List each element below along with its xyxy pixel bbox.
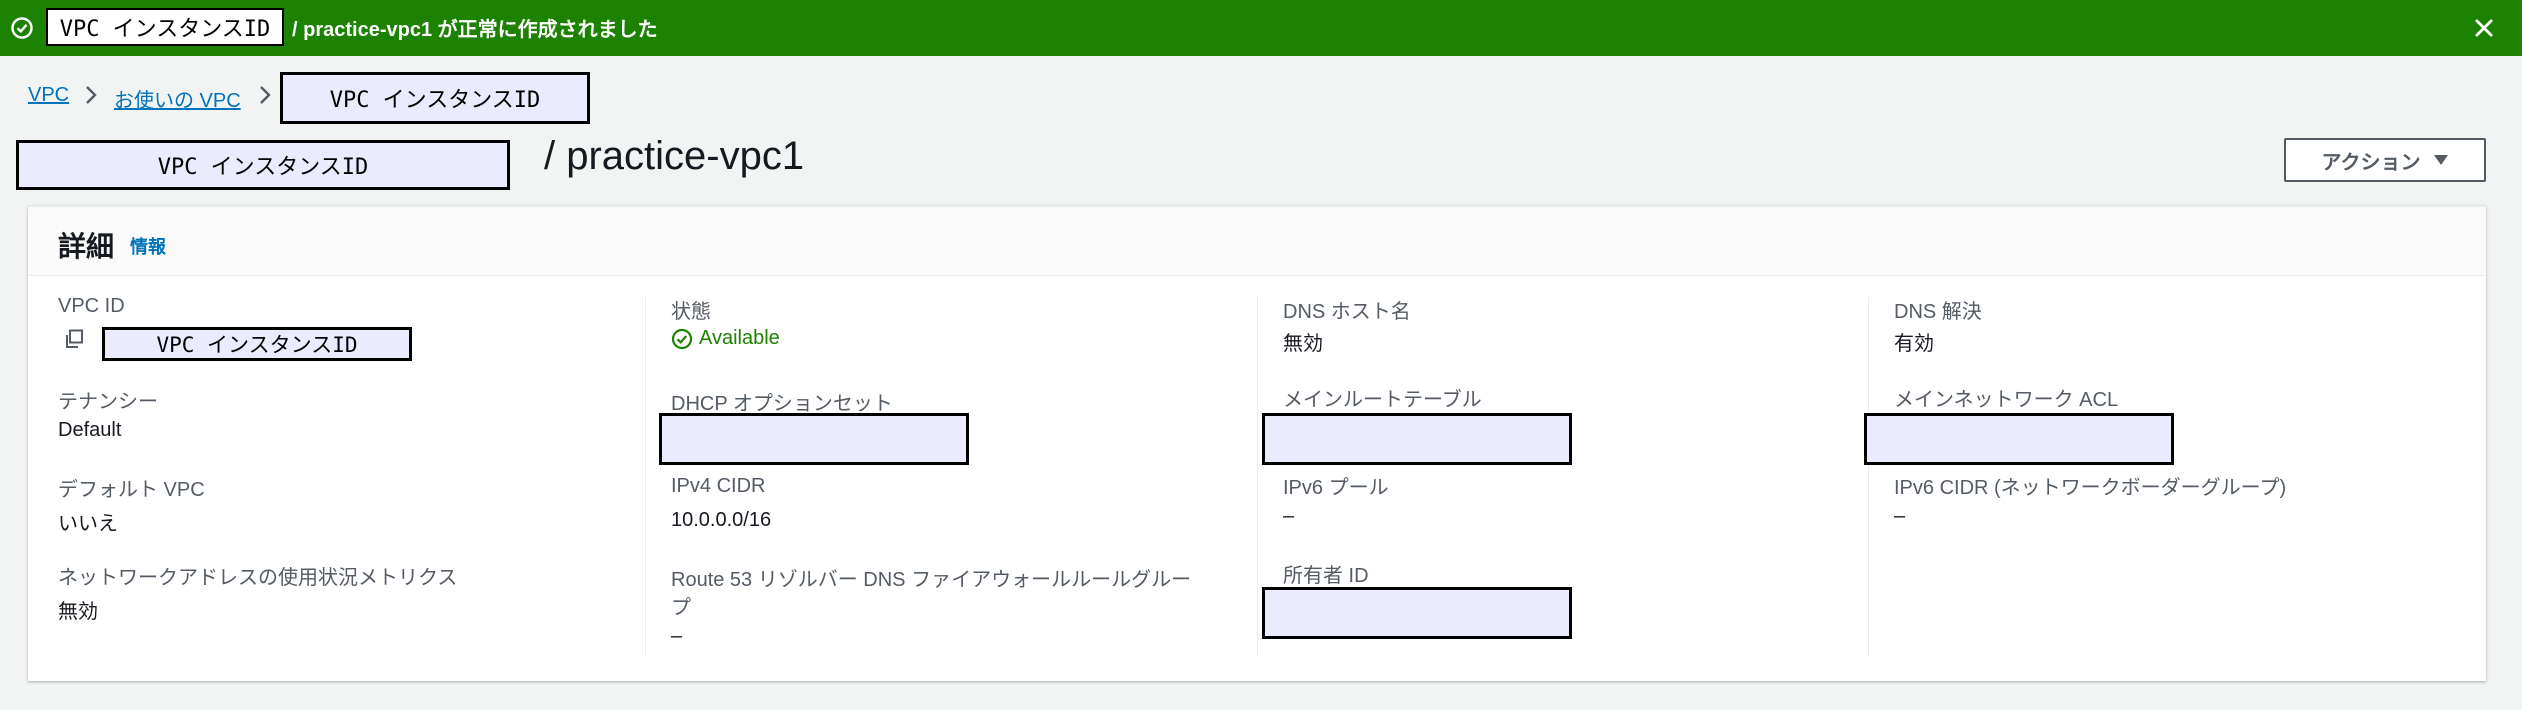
ipv6-cidr-value: – bbox=[1894, 505, 1906, 527]
chevron-right-icon bbox=[260, 86, 271, 104]
breadcrumb-vpc-link[interactable]: VPC bbox=[28, 84, 69, 107]
details-title: 詳細 bbox=[58, 231, 115, 262]
dns-resolution-value: 有効 bbox=[1894, 333, 1934, 355]
breadcrumb-your-vpcs-link[interactable]: お使いの VPC bbox=[114, 84, 241, 113]
actions-label: アクション bbox=[2321, 151, 2421, 174]
vpc-id-label: VPC ID bbox=[58, 295, 125, 317]
chevron-right-icon bbox=[86, 86, 97, 104]
ipv6-pool-value: – bbox=[1283, 505, 1295, 527]
vpc-id-value-redacted: VPC インスタンスID bbox=[102, 327, 412, 361]
state-value: Available bbox=[671, 327, 780, 350]
breadcrumb-current-redacted: VPC インスタンスID bbox=[280, 72, 590, 124]
ipv6-pool-label: IPv6 プール bbox=[1283, 477, 1389, 499]
tenancy-label: テナンシー bbox=[58, 391, 158, 413]
default-vpc-label: デフォルト VPC bbox=[58, 479, 205, 501]
owner-id-value-redacted bbox=[1262, 587, 1572, 639]
main-route-table-label: メインルートテーブル bbox=[1283, 389, 1482, 411]
state-label: 状態 bbox=[671, 301, 711, 323]
copy-icon[interactable] bbox=[64, 329, 84, 349]
main-network-acl-label: メインネットワーク ACL bbox=[1894, 389, 2119, 411]
caret-down-icon bbox=[2433, 155, 2448, 165]
state-text: Available bbox=[699, 327, 780, 349]
success-banner: VPC インスタンスID / practice-vpc1 が正常に作成されました bbox=[0, 0, 2522, 56]
redacted-vpc-id: VPC インスタンスID bbox=[46, 8, 284, 46]
details-panel-header: 詳細 情報 bbox=[28, 207, 2486, 276]
column-divider bbox=[1257, 297, 1258, 657]
owner-id-label: 所有者 ID bbox=[1283, 565, 1369, 587]
main-network-acl-value-redacted bbox=[1864, 413, 2174, 465]
page-title: / practice-vpc1 bbox=[544, 134, 805, 178]
check-circle-icon bbox=[671, 328, 693, 349]
banner-message: / practice-vpc1 が正常に作成されました bbox=[292, 19, 658, 41]
route53-firewall-label: Route 53 リゾルバー DNS ファイアウォールルールグルー bbox=[671, 569, 1192, 591]
ipv4-cidr-value: 10.0.0.0/16 bbox=[671, 509, 772, 531]
column-divider bbox=[645, 297, 646, 657]
page-title-redacted-id: VPC インスタンスID bbox=[16, 140, 510, 190]
network-metrics-label: ネットワークアドレスの使用状況メトリクス bbox=[58, 567, 458, 589]
network-metrics-value: 無効 bbox=[58, 601, 98, 623]
close-icon[interactable] bbox=[2470, 14, 2498, 42]
dhcp-options-value-redacted bbox=[659, 413, 969, 465]
dns-resolution-label: DNS 解決 bbox=[1894, 301, 1982, 323]
column-divider bbox=[1868, 297, 1869, 657]
actions-dropdown-button[interactable]: アクション bbox=[2284, 138, 2486, 182]
route53-firewall-value: – bbox=[671, 625, 683, 647]
dns-hostnames-label: DNS ホスト名 bbox=[1283, 301, 1411, 323]
dhcp-options-label: DHCP オプションセット bbox=[671, 393, 893, 415]
check-circle-icon bbox=[11, 17, 33, 39]
route53-firewall-label-cont: プ bbox=[671, 597, 691, 619]
tenancy-value: Default bbox=[58, 419, 122, 441]
default-vpc-value: いいえ bbox=[58, 513, 118, 535]
main-route-table-value-redacted bbox=[1262, 413, 1572, 465]
details-panel: 詳細 情報 VPC ID VPC インスタンスID テナンシー Default … bbox=[28, 206, 2486, 681]
ipv4-cidr-label: IPv4 CIDR bbox=[671, 475, 766, 497]
info-link[interactable]: 情報 bbox=[130, 233, 166, 259]
dns-hostnames-value: 無効 bbox=[1283, 333, 1323, 355]
ipv6-cidr-label: IPv6 CIDR (ネットワークボーダーグループ) bbox=[1894, 477, 2287, 499]
